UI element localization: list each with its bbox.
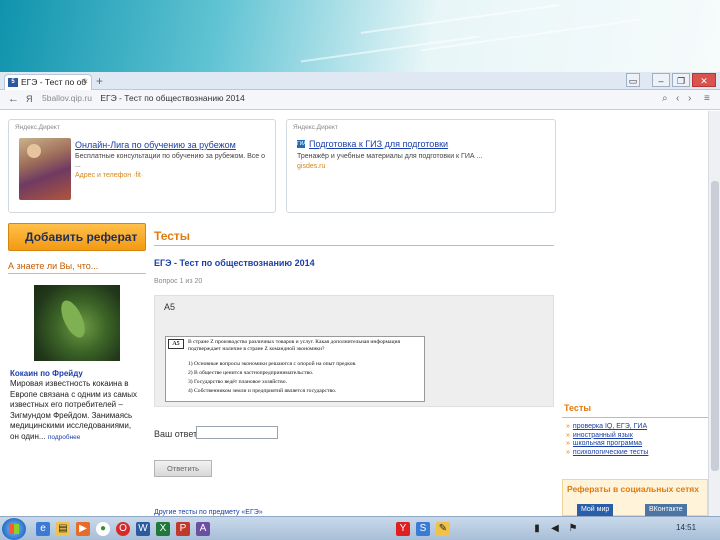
url-domain: 5ballov.qip.ru [42, 93, 92, 103]
right-tests-panel: Тесты проверка IQ, ЕГЭ, ГИА иностранный … [562, 401, 708, 473]
answer-option: 2) В обществе ценится частнопредпринимат… [188, 370, 314, 376]
folder-icon[interactable]: ▤ [56, 522, 70, 536]
opera-icon[interactable]: O [116, 522, 130, 536]
skype-icon[interactable]: S [416, 522, 430, 536]
divider [562, 417, 708, 418]
url-field[interactable]: 5ballov.qip.ru ЕГЭ - Тест по обществозна… [42, 93, 245, 103]
fact-body: Мировая известность кокаина в Европе свя… [10, 379, 138, 441]
divider [8, 273, 146, 274]
app-icon[interactable]: A [196, 522, 210, 536]
answer-label: Ваш ответ: [154, 429, 200, 439]
new-tab-button[interactable]: + [96, 74, 103, 88]
nav-back-icon[interactable]: ‹ [676, 93, 679, 104]
question-text: В стране Z производство различных товаро… [188, 339, 401, 352]
scrollbar-thumb[interactable] [711, 181, 719, 471]
answer-option: 1) Основные вопросы экономики решаются с… [188, 361, 357, 367]
right-links-list: проверка IQ, ЕГЭ, ГИА иностранный язык ш… [566, 423, 649, 458]
did-you-know-title: А знаете ли Вы, что... [8, 261, 99, 271]
ad-photo[interactable] [19, 138, 71, 200]
menu-icon[interactable]: ≡ [704, 93, 710, 104]
ad-label: Яндекс.Директ [15, 124, 60, 131]
yandex-icon[interactable]: Y [396, 522, 410, 536]
add-essay-button[interactable]: Добавить реферат [8, 223, 146, 251]
section-title: Тесты [154, 229, 191, 243]
ad-block-1[interactable]: Яндекс.Директ Онлайн-Лига по обучению за… [8, 119, 276, 213]
maximize-button[interactable]: ❐ [672, 73, 690, 87]
question-box: А5 А5 В стране Z производство различных … [154, 295, 554, 407]
mymir-button[interactable]: Мой мир [577, 504, 614, 516]
answer-option: 3) Государство ведёт плановое хозяйство. [188, 379, 287, 385]
question-counter: Вопрос 1 из 20 [154, 278, 203, 285]
vertical-scrollbar[interactable] [708, 111, 720, 516]
site-favicon-icon: 5 [8, 78, 18, 87]
divider [154, 245, 554, 246]
vkontakte-button[interactable]: ВКонтакте [645, 504, 687, 516]
more-link[interactable]: подробнее [48, 434, 81, 441]
yandex-button[interactable]: Я [26, 94, 33, 104]
taskbar: e ▤ ▶ ● O W X P A Y S ✎ ▮ ◀ ⚑ 14:51 [0, 516, 720, 540]
address-bar: ← Я 5ballov.qip.ru ЕГЭ - Тест по обществ… [0, 90, 720, 110]
browser-window: 5 ЕГЭ - Тест по об × + ▭ – ❐ ✕ ← Я 5ball… [0, 72, 720, 516]
tray-volume-icon[interactable]: ◀ [548, 522, 562, 536]
media-icon[interactable]: ▶ [76, 522, 90, 536]
minimize-button[interactable]: – [652, 73, 670, 87]
ad-text: Бесплатные консультации по обучению за р… [75, 153, 266, 169]
right-link-iq[interactable]: проверка IQ, ЕГЭ, ГИА [566, 423, 648, 432]
taskbar-clock[interactable]: 14:51 [676, 523, 696, 532]
start-button[interactable] [2, 518, 26, 540]
right-link-language[interactable]: иностранный язык [566, 432, 648, 441]
question-label: А5 [164, 302, 176, 312]
right-link-psych[interactable]: психологические тесты [566, 449, 649, 458]
excel-icon[interactable]: X [156, 522, 170, 536]
nav-forward-icon[interactable]: › [688, 93, 691, 104]
ad-text: Тренажёр и учебные материалы для подгото… [297, 153, 483, 160]
social-title: Рефераты в социальных сетях [567, 484, 699, 494]
fact-title-link[interactable]: Кокаин по Фрейду [10, 369, 83, 378]
question-tag: А5 [168, 339, 184, 349]
word-icon[interactable]: W [136, 522, 150, 536]
page-viewport: Яндекс.Директ Онлайн-Лига по обучению за… [0, 111, 708, 516]
ad-block-2[interactable]: Яндекс.Директ ГИА Подготовка к ГИЗ для п… [286, 119, 556, 213]
url-page-title: ЕГЭ - Тест по обществознанию 2014 [100, 93, 245, 103]
ad-title-link[interactable]: Подготовка к ГИЗ для подготовки [309, 139, 448, 149]
ad-url-link[interactable]: gisdes.ru [297, 163, 325, 170]
ad-url-link[interactable]: Адрес и телефон ·fit· [75, 172, 143, 179]
test-title-link[interactable]: ЕГЭ - Тест по обществознанию 2014 [154, 258, 315, 268]
paint-icon[interactable]: ✎ [436, 522, 450, 536]
more-tests-link[interactable]: Другие тесты по предмету «ЕГЭ» [154, 509, 263, 516]
right-link-school[interactable]: школьная программа [566, 440, 648, 449]
tray-network-icon[interactable]: ▮ [530, 522, 544, 536]
fact-image[interactable] [34, 285, 120, 361]
tab-title: ЕГЭ - Тест по об [21, 77, 87, 87]
ad-title-link[interactable]: Онлайн-Лига по обучению за рубежом [75, 140, 236, 150]
search-icon[interactable]: ⌕ [662, 93, 668, 104]
powerpoint-icon[interactable]: P [176, 522, 190, 536]
answer-input[interactable] [196, 426, 278, 439]
submit-answer-button[interactable]: Ответить [154, 460, 212, 477]
tab-close-icon[interactable]: × [83, 76, 88, 86]
back-button[interactable]: ← [8, 93, 19, 105]
tray-flag-icon[interactable]: ⚑ [566, 522, 580, 536]
desktop-background [0, 0, 720, 72]
question-image: А5 В стране Z производство различных тов… [165, 336, 425, 402]
close-window-button[interactable]: ✕ [692, 73, 716, 87]
ad-logo-icon: ГИА [297, 140, 307, 148]
social-panel: Рефераты в социальных сетях Мой мир ВКон… [562, 479, 708, 516]
tab-strip: 5 ЕГЭ - Тест по об × + ▭ – ❐ ✕ [0, 72, 720, 90]
browser-tab[interactable]: 5 ЕГЭ - Тест по об × [4, 74, 92, 90]
answer-option: 4) Собственником земли и предприятий явл… [188, 388, 337, 394]
bookmark-icon[interactable]: ▭ [626, 73, 640, 87]
fact-text: Мировая известность кокаина в Европе свя… [10, 379, 142, 443]
chrome-icon[interactable]: ● [96, 522, 110, 536]
ie-icon[interactable]: e [36, 522, 50, 536]
ad-label: Яндекс.Директ [293, 124, 338, 131]
right-panel-title: Тесты [564, 403, 592, 413]
